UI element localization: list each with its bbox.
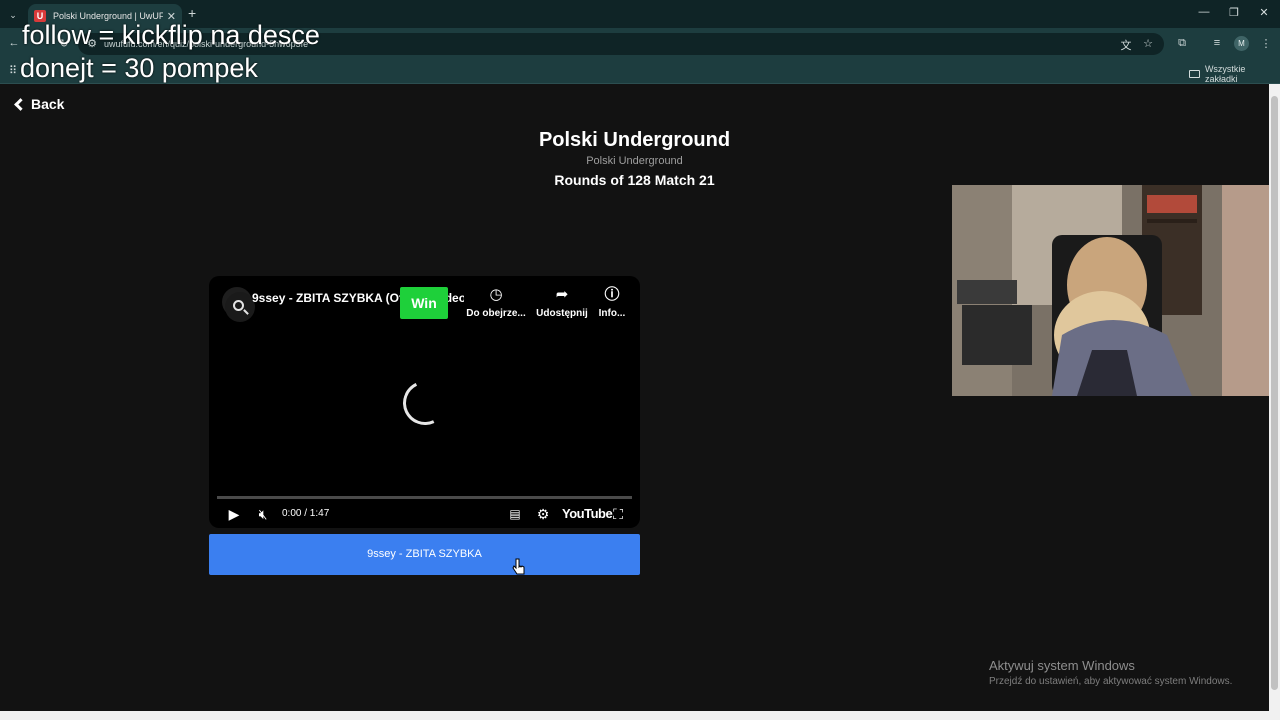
horizontal-scrollbar[interactable] [0, 711, 1280, 720]
share-icon: ➦ [555, 286, 569, 303]
media-controls-icon[interactable]: ≡ [1210, 37, 1224, 49]
all-bookmarks-label: Wszystkie zakładki [1204, 64, 1246, 84]
new-tab-icon[interactable]: + [188, 6, 196, 20]
share-button[interactable]: ➦ Udostępnij [536, 286, 588, 319]
subtitles-icon[interactable]: ▤ [505, 504, 525, 524]
choice-button[interactable]: 9ssey - ZBITA SZYBKA [209, 534, 640, 575]
webcam-image [952, 185, 1280, 396]
back-button[interactable]: Back [12, 96, 64, 112]
watch-later-label: Do obejrze... [466, 308, 526, 319]
tab-search-icon[interactable]: ⌄ [6, 8, 20, 22]
extensions-icon[interactable]: ⧉ [1175, 37, 1189, 50]
webcam-overlay [952, 185, 1280, 396]
translate-icon[interactable]: 文 [1119, 37, 1133, 53]
bookmark-star-icon[interactable]: ☆ [1141, 37, 1155, 50]
minimize-icon[interactable]: — [1194, 6, 1214, 18]
clock-icon: ◷ [489, 286, 503, 303]
zoom-in-button[interactable] [225, 292, 255, 322]
back-nav-icon[interactable]: ← [7, 37, 21, 49]
window-close-icon[interactable]: ✕ [1254, 6, 1274, 19]
info-icon: ⓘ [604, 286, 620, 303]
video-progress-bar[interactable] [217, 496, 632, 499]
profile-avatar[interactable]: M [1234, 36, 1249, 51]
zoom-handle [243, 309, 249, 315]
watch-later-button[interactable]: ◷ Do obejrze... [466, 286, 526, 319]
hand-cursor-icon [512, 558, 525, 575]
fullscreen-icon[interactable]: ⛶ [608, 504, 628, 524]
restore-icon[interactable]: ❐ [1224, 6, 1244, 19]
mute-icon[interactable]: 🔇︎ [253, 504, 273, 524]
youtube-logo[interactable]: YouTube [562, 506, 613, 521]
folder-icon [1189, 70, 1200, 78]
info-button[interactable]: ⓘ Info... [596, 286, 628, 319]
windows-activation-subtitle: Przejdź do ustawień, aby aktywować syste… [989, 676, 1233, 687]
menu-kebab-icon[interactable]: ⋮ [1259, 37, 1273, 50]
page-title: Polski Underground [538, 129, 731, 151]
info-label: Info... [598, 308, 626, 319]
settings-gear-icon[interactable]: ⚙ [533, 504, 553, 524]
page-subtitle: Polski Underground [586, 155, 683, 167]
share-label: Udostępnij [536, 308, 588, 319]
overlay-caption-donate: donejt = 30 pompek [20, 53, 258, 83]
win-button[interactable]: Win [400, 287, 448, 319]
windows-activation-title: Aktywuj system Windows [989, 658, 1135, 673]
back-label: Back [31, 96, 65, 112]
vertical-scrollbar-thumb[interactable] [1271, 96, 1278, 690]
chevron-left-icon [14, 97, 27, 111]
all-bookmarks-button[interactable]: Wszystkie zakładki [1189, 64, 1280, 84]
overlay-caption-follow: follow = kickflip na desce [22, 20, 320, 50]
apps-grid-icon[interactable]: ⠿ [6, 64, 20, 77]
zoom-in-icon [233, 300, 244, 311]
play-icon[interactable]: ▶ [224, 504, 244, 524]
video-time: 0:00 / 1:47 [282, 508, 330, 519]
